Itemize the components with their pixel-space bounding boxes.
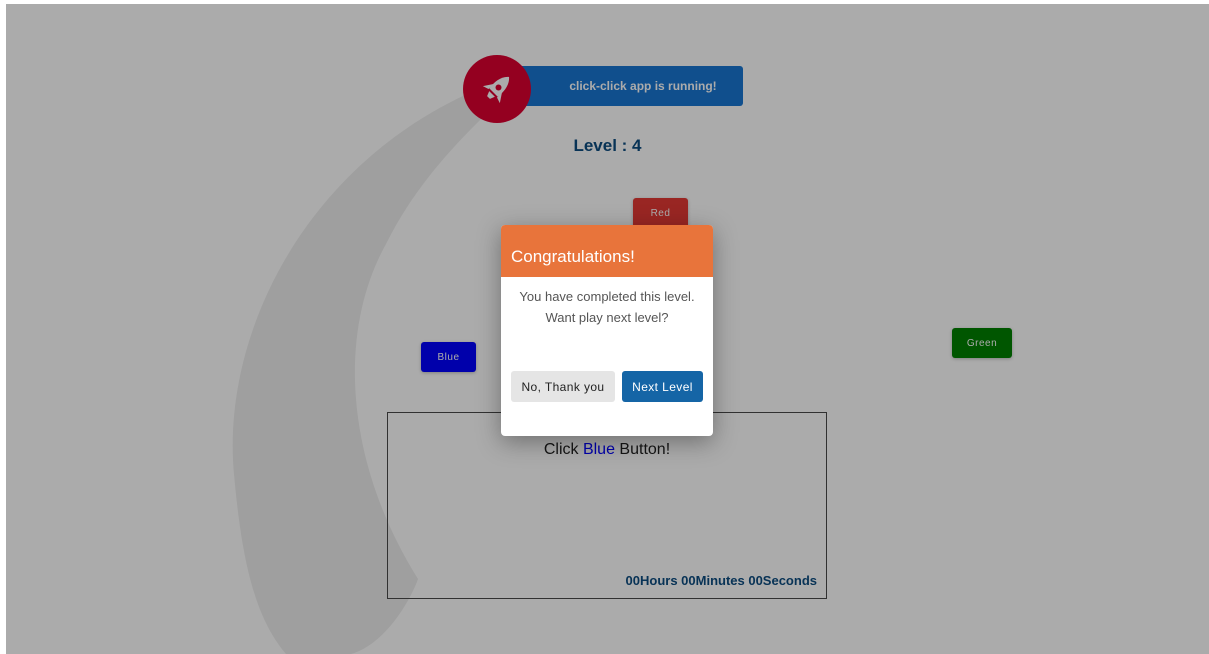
dialog-title: Congratulations!	[501, 225, 713, 277]
dialog-actions: No, Thank you Next Level	[511, 371, 703, 402]
app-canvas: click-click app is running! Level : 4 Re…	[6, 4, 1209, 654]
decline-button[interactable]: No, Thank you	[511, 371, 615, 402]
congratulations-dialog: Congratulations! You have completed this…	[501, 225, 713, 436]
dialog-message: You have completed this level. Want play…	[519, 289, 695, 325]
next-level-button[interactable]: Next Level	[622, 371, 703, 402]
